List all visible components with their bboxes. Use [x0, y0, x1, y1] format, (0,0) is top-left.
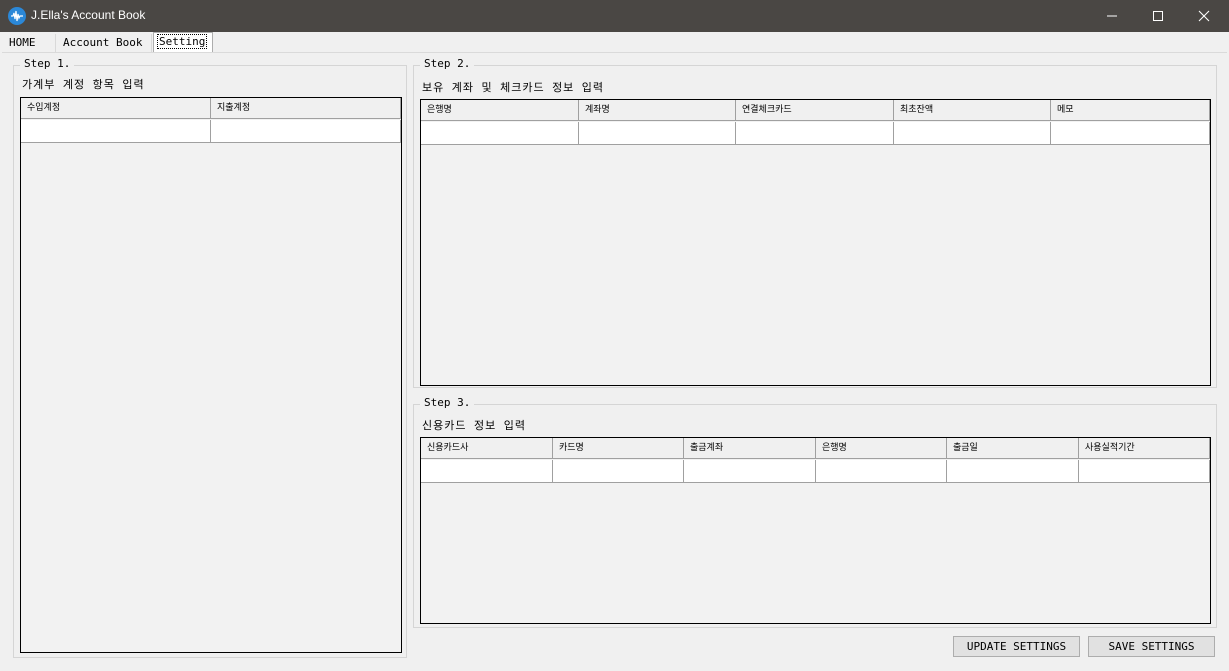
table-row	[421, 122, 1210, 145]
column-header[interactable]: 은행명	[421, 100, 579, 121]
step3-legend: Step 3.	[420, 396, 475, 409]
grid-cell[interactable]	[421, 122, 579, 145]
bank-account-grid[interactable]: 은행명 계좌명 연결체크카드 최초잔액 메모	[420, 99, 1211, 386]
close-icon	[1198, 10, 1210, 22]
minimize-button[interactable]	[1089, 0, 1135, 32]
grid-cell[interactable]	[579, 122, 736, 145]
step1-group: Step 1. 가계부 계정 항목 입력 수입계정 지출계정	[13, 57, 407, 658]
grid-cell[interactable]	[553, 460, 684, 483]
maximize-button[interactable]	[1135, 0, 1181, 32]
tab-home[interactable]: HOME	[2, 34, 56, 52]
step2-legend: Step 2.	[420, 57, 475, 70]
grid-cell[interactable]	[211, 120, 401, 143]
step2-description: 보유 계좌 및 체크카드 정보 입력	[422, 81, 605, 94]
step2-group: Step 2. 보유 계좌 및 체크카드 정보 입력 은행명 계좌명 연결체크카…	[413, 57, 1217, 388]
column-header[interactable]: 출금계좌	[684, 438, 816, 459]
column-header[interactable]: 은행명	[816, 438, 947, 459]
table-row	[421, 460, 1210, 483]
column-header[interactable]: 신용카드사	[421, 438, 553, 459]
step1-description: 가계부 계정 항목 입력	[22, 78, 145, 91]
waveform-icon	[8, 7, 26, 25]
update-settings-button[interactable]: UPDATE SETTINGS	[953, 636, 1080, 657]
column-header[interactable]: 계좌명	[579, 100, 736, 121]
window-title: J.Ella's Account Book	[31, 8, 146, 22]
step3-group: Step 3. 신용카드 정보 입력 신용카드사 카드명 출금계좌 은행명 출금…	[413, 396, 1217, 628]
grid-header: 은행명 계좌명 연결체크카드 최초잔액 메모	[421, 100, 1210, 122]
tab-strip: HOME Account Book Setting	[0, 32, 1229, 53]
title-bar: J.Ella's Account Book	[0, 0, 1229, 32]
grid-header: 신용카드사 카드명 출금계좌 은행명 출금일 사용실적기간	[421, 438, 1210, 460]
step1-legend: Step 1.	[20, 57, 75, 70]
tab-setting-label: Setting	[156, 34, 208, 49]
grid-cell[interactable]	[894, 122, 1051, 145]
grid-cell[interactable]	[947, 460, 1079, 483]
settings-panel: Step 1. 가계부 계정 항목 입력 수입계정 지출계정 Step 2. 보…	[2, 52, 1227, 670]
close-button[interactable]	[1181, 0, 1227, 32]
minimize-icon	[1107, 15, 1117, 17]
column-header[interactable]: 출금일	[947, 438, 1079, 459]
column-header[interactable]: 수입계정	[21, 98, 211, 119]
grid-cell[interactable]	[421, 460, 553, 483]
grid-cell[interactable]	[21, 120, 211, 143]
grid-cell[interactable]	[1079, 460, 1210, 483]
column-header[interactable]: 메모	[1051, 100, 1210, 121]
column-header[interactable]: 연결체크카드	[736, 100, 894, 121]
grid-cell[interactable]	[736, 122, 894, 145]
grid-cell[interactable]	[816, 460, 947, 483]
grid-header: 수입계정 지출계정	[21, 98, 401, 120]
column-header[interactable]: 최초잔액	[894, 100, 1051, 121]
table-row	[21, 120, 401, 143]
column-header[interactable]: 지출계정	[211, 98, 401, 119]
column-header[interactable]: 카드명	[553, 438, 684, 459]
column-header[interactable]: 사용실적기간	[1079, 438, 1210, 459]
step3-description: 신용카드 정보 입력	[422, 419, 526, 432]
tab-setting[interactable]: Setting	[153, 32, 213, 52]
grid-cell[interactable]	[684, 460, 816, 483]
maximize-icon	[1153, 11, 1163, 21]
credit-card-grid[interactable]: 신용카드사 카드명 출금계좌 은행명 출금일 사용실적기간	[420, 437, 1211, 624]
grid-cell[interactable]	[1051, 122, 1210, 145]
account-category-grid[interactable]: 수입계정 지출계정	[20, 97, 402, 653]
save-settings-button[interactable]: SAVE SETTINGS	[1088, 636, 1215, 657]
tab-account-book[interactable]: Account Book	[57, 34, 152, 52]
